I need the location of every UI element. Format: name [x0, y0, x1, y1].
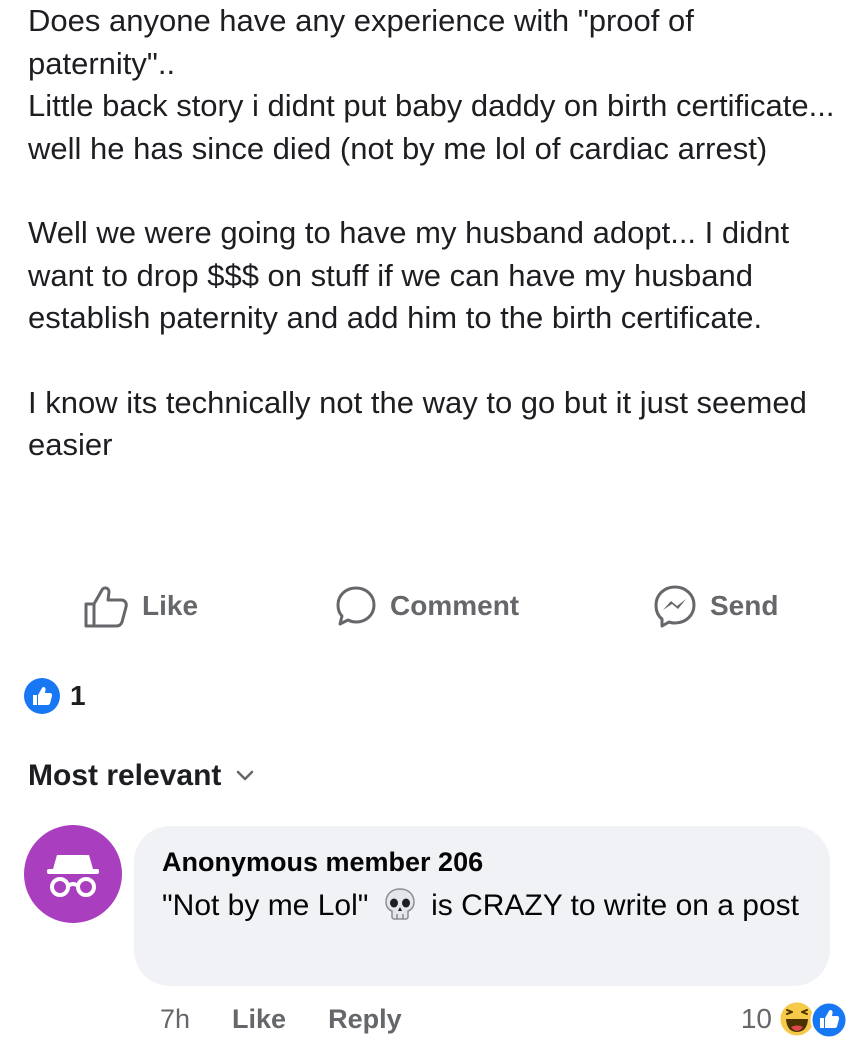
- post-action-bar: Like Comment Send: [0, 578, 864, 634]
- send-button[interactable]: Send: [652, 578, 778, 634]
- comment-reaction-count: 10: [740, 1003, 772, 1034]
- post-paragraph: Well we were going to have my husband ad…: [28, 215, 790, 335]
- comment-reaction-icons: [778, 999, 850, 1039]
- comment-button[interactable]: Comment: [334, 578, 519, 634]
- comment-button-label: Comment: [390, 590, 520, 621]
- like-button-label: Like: [142, 590, 199, 621]
- like-button[interactable]: Like: [82, 578, 198, 634]
- comment-bubble-icon: [336, 586, 376, 626]
- messenger-icon: [654, 585, 696, 628]
- anonymous-incognito-icon: [47, 855, 99, 897]
- post-paragraph: I know its technically not the way to go…: [28, 384, 807, 463]
- like-reaction-icon: [24, 678, 60, 714]
- comment-text-before: "Not by me Lol": [162, 889, 369, 922]
- comment-text: "Not by me Lol" is CRAZY to write on a p…: [162, 884, 800, 928]
- comment-reactions[interactable]: 10: [741, 996, 850, 1042]
- comment-text-after: is CRAZY to write on a post: [431, 889, 800, 922]
- comment-like-button[interactable]: Like: [232, 1004, 286, 1035]
- chevron-down-icon: [237, 770, 254, 781]
- comment-reply-button[interactable]: Reply: [328, 1004, 402, 1035]
- comment-time[interactable]: 7h: [160, 1004, 190, 1035]
- comment-bubble: Anonymous member 206 "Not by me Lol" is …: [134, 826, 830, 986]
- post-paragraph: Does anyone have any experience with "pr…: [28, 3, 835, 166]
- comments-sort-dropdown[interactable]: Most relevant: [28, 752, 255, 800]
- post-reactions[interactable]: 1: [24, 676, 86, 716]
- sort-label: Most relevant: [28, 759, 222, 792]
- comment-author[interactable]: Anonymous member 206: [162, 842, 800, 882]
- reaction-count: 1: [70, 680, 86, 711]
- send-button-label: Send: [710, 590, 779, 621]
- like-reaction-icon: [810, 1001, 848, 1039]
- avatar[interactable]: [24, 825, 122, 923]
- comment-meta: 7h Like Reply: [160, 996, 444, 1042]
- post-body: Does anyone have any experience with "pr…: [28, 0, 848, 467]
- skull-emoji: [384, 888, 415, 920]
- thumbs-up-icon: [84, 586, 128, 628]
